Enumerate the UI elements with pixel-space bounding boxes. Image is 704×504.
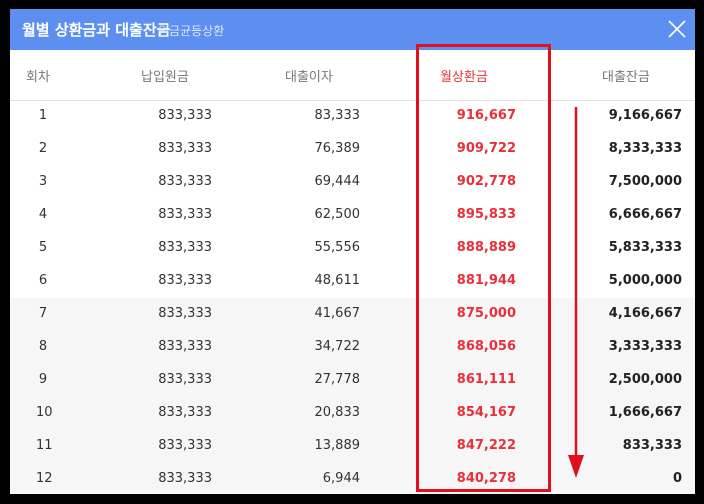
cell-interest: 6,944: [322, 471, 360, 486]
cell-principal: 833,333: [158, 372, 212, 387]
cell-interest: 41,667: [314, 306, 361, 321]
cell-principal: 833,333: [158, 471, 212, 486]
cell-loan-balance: 1,666,667: [608, 405, 682, 420]
down-arrow-icon: [568, 107, 584, 478]
cell-loan-balance: 4,166,667: [608, 306, 682, 321]
cell-loan-balance: 2,500,000: [608, 372, 682, 387]
table-row: 9 833,333 27,778 861,111 2,500,000: [10, 364, 695, 397]
table-row: 3 833,333 69,444 902,778 7,500,000: [10, 166, 695, 199]
cell-round-no: 4: [38, 207, 48, 222]
table-row: 8 833,333 34,722 868,056 3,333,333: [10, 331, 695, 364]
modal-subtitle: 원금균등상환: [158, 24, 225, 38]
table-row: 12 833,333 6,944 840,278 0: [10, 463, 695, 494]
table-row: 11 833,333 13,889 847,222 833,333: [10, 430, 695, 463]
cell-round-no: 5: [38, 240, 48, 255]
cell-loan-balance: 6,666,667: [608, 207, 682, 222]
cell-round-no: 6: [38, 273, 48, 288]
cell-round-no: 2: [38, 141, 48, 156]
payment-column-highlight: [416, 44, 551, 492]
cell-principal: 833,333: [158, 438, 212, 453]
cell-loan-balance: 7,500,000: [608, 174, 682, 189]
cell-round-no: 9: [38, 372, 48, 387]
modal-title: 월별 상환금과 대출잔금: [22, 21, 171, 39]
cell-round-no: 10: [36, 405, 53, 420]
cell-principal: 833,333: [158, 207, 212, 222]
cell-interest: 69,444: [314, 174, 361, 189]
cell-round-no: 7: [38, 306, 48, 321]
table-row: 1 833,333 83,333 916,667 9,166,667: [10, 100, 695, 133]
table-row: 7 833,333 41,667 875,000 4,166,667: [10, 298, 695, 331]
column-header-balance: 대출잔금: [602, 70, 650, 85]
cell-interest: 34,722: [314, 339, 361, 354]
cell-interest: 48,611: [314, 273, 361, 288]
cell-interest: 76,389: [314, 141, 361, 156]
cell-loan-balance: 0: [672, 471, 682, 486]
cell-principal: 833,333: [158, 141, 212, 156]
cell-principal: 833,333: [158, 405, 212, 420]
table-body: 1 833,333 83,333 916,667 9,166,667 2 833,333 76…: [10, 100, 695, 494]
cell-interest: 27,778: [314, 372, 361, 387]
cell-principal: 833,333: [158, 339, 212, 354]
repayment-modal: 월별 상환금과 대출잔금 원금균등상환 회차 납입원금 대출이자 월상환금 대출…: [10, 9, 695, 494]
cell-interest: 62,500: [314, 207, 361, 222]
cell-loan-balance: 833,333: [622, 438, 682, 453]
cell-interest: 55,556: [314, 240, 361, 255]
close-icon[interactable]: [666, 18, 688, 40]
table-header: 회차 납입원금 대출이자 월상환금 대출잔금: [10, 50, 695, 101]
cell-round-no: 3: [38, 174, 48, 189]
cell-principal: 833,333: [158, 108, 212, 123]
cell-loan-balance: 9,166,667: [608, 108, 682, 123]
cell-loan-balance: 8,333,333: [608, 141, 682, 156]
cell-principal: 833,333: [158, 273, 212, 288]
cell-loan-balance: 3,333,333: [608, 339, 682, 354]
column-header-no: 회차: [26, 70, 50, 85]
column-header-principal: 납입원금: [141, 70, 189, 85]
table-row: 10 833,333 20,833 854,167 1,666,667: [10, 397, 695, 430]
cell-principal: 833,333: [158, 174, 212, 189]
modal-header: 월별 상환금과 대출잔금 원금균등상환: [10, 9, 695, 50]
table-row: 4 833,333 62,500 895,833 6,666,667: [10, 199, 695, 232]
cell-loan-balance: 5,833,333: [608, 240, 682, 255]
table-row: 5 833,333 55,556 888,889 5,833,333: [10, 232, 695, 265]
table-row: 6 833,333 48,611 881,944 5,000,000: [10, 265, 695, 298]
cell-principal: 833,333: [158, 306, 212, 321]
column-header-interest: 대출이자: [285, 70, 333, 85]
cell-interest: 83,333: [314, 108, 361, 123]
cell-round-no: 8: [38, 339, 48, 354]
cell-round-no: 11: [36, 438, 53, 453]
cell-round-no: 12: [36, 471, 53, 486]
cell-loan-balance: 5,000,000: [608, 273, 682, 288]
cell-interest: 20,833: [314, 405, 361, 420]
cell-principal: 833,333: [158, 240, 212, 255]
cell-round-no: 1: [38, 108, 48, 123]
cell-interest: 13,889: [314, 438, 361, 453]
table-row: 2 833,333 76,389 909,722 8,333,333: [10, 133, 695, 166]
